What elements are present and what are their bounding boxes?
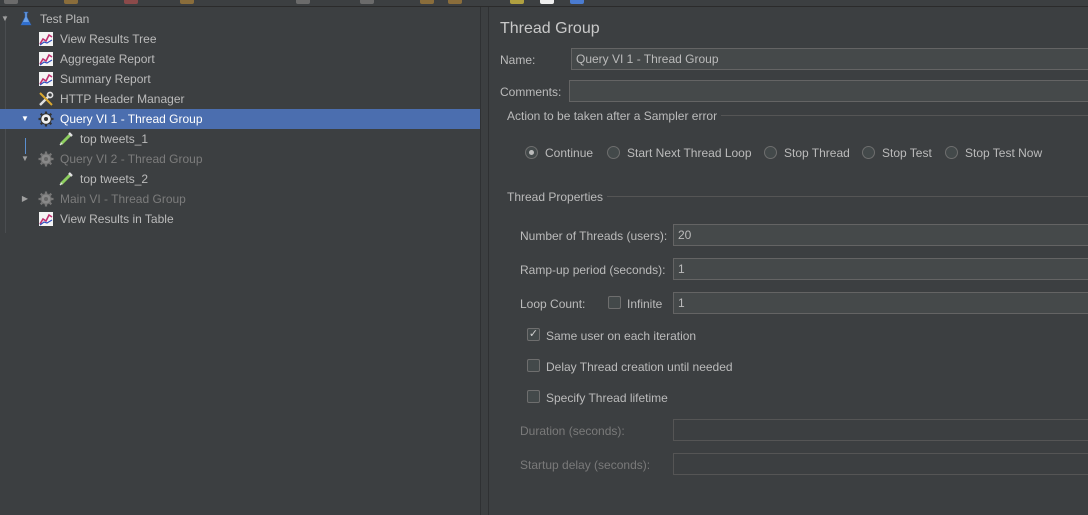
infinite-checkbox[interactable] <box>608 296 621 309</box>
toolbar-button[interactable] <box>540 0 554 4</box>
radio-label-continue: Continue <box>545 146 594 160</box>
tree-item-label: Main VI - Thread Group <box>60 192 186 206</box>
gear-icon <box>38 111 54 127</box>
graph-icon <box>38 211 54 227</box>
comments-field[interactable] <box>569 80 1088 102</box>
toolbar-button[interactable] <box>64 0 78 4</box>
test-plan-tree: ▼ Test Plan View Results Tree Aggregate … <box>0 7 480 515</box>
rampup-label: Ramp-up period (seconds): <box>520 263 666 277</box>
same-user-checkbox[interactable]: ✓ <box>527 328 540 341</box>
comments-label: Comments: <box>500 85 562 99</box>
tree-item-label: top tweets_1 <box>80 132 149 146</box>
radio-stop-test-now[interactable] <box>945 146 958 159</box>
pipette-icon <box>58 131 74 147</box>
toolbar-button[interactable] <box>510 0 524 4</box>
tree-item-label: HTTP Header Manager <box>60 92 185 106</box>
toolbar-button[interactable] <box>448 0 462 4</box>
toolbar-button[interactable] <box>180 0 194 4</box>
thread-group-panel: Thread Group Name: Comments: Action to b… <box>489 7 1088 515</box>
tree-item-label: View Results in Table <box>60 212 174 226</box>
name-field[interactable] <box>571 48 1088 70</box>
same-user-label: Same user on each iteration <box>546 329 697 343</box>
name-label: Name: <box>500 53 536 67</box>
tree-item-top-tweets-2[interactable]: top tweets_2 <box>0 169 480 189</box>
flask-icon <box>18 11 34 27</box>
infinite-label: Infinite <box>627 297 663 311</box>
thread-lifetime-checkbox[interactable] <box>527 390 540 403</box>
toolbar-button[interactable] <box>4 0 18 4</box>
graph-icon <box>38 51 54 67</box>
expand-arrow-icon[interactable]: ▼ <box>0 9 10 29</box>
tree-item-label: top tweets_2 <box>80 172 149 186</box>
radio-label-stop-thread: Stop Thread <box>784 146 850 160</box>
radio-continue[interactable] <box>525 146 538 159</box>
startup-delay-field[interactable] <box>673 453 1088 475</box>
delay-thread-label: Delay Thread creation until needed <box>546 360 733 374</box>
toolbar-button[interactable] <box>570 0 584 4</box>
toolbar-button[interactable] <box>124 0 138 4</box>
wrench-icon <box>38 91 54 107</box>
expand-arrow-icon[interactable]: ▼ <box>20 109 30 129</box>
tree-item-query-vi-2-thread-group[interactable]: ▼ Query VI 2 - Thread Group <box>0 149 480 169</box>
toolbar <box>0 0 1088 7</box>
tree-item-query-vi-1-thread-group[interactable]: ▼ Query VI 1 - Thread Group <box>0 109 480 129</box>
loop-count-label: Loop Count: <box>520 297 586 311</box>
threads-field[interactable] <box>673 224 1088 246</box>
gear-icon <box>38 191 54 207</box>
tree-item-main-vi-thread-group[interactable]: ▶ Main VI - Thread Group <box>0 189 480 209</box>
startup-delay-label: Startup delay (seconds): <box>520 458 651 472</box>
pipette-icon <box>58 171 74 187</box>
threads-label: Number of Threads (users): <box>520 229 668 243</box>
duration-label: Duration (seconds): <box>520 424 625 438</box>
tree-item-aggregate-report[interactable]: Aggregate Report <box>0 49 480 69</box>
sampler-error-group-title: Action to be taken after a Sampler error <box>503 109 722 123</box>
toolbar-button[interactable] <box>360 0 374 4</box>
panel-title: Thread Group <box>500 20 600 37</box>
graph-icon <box>38 71 54 87</box>
tree-item-http-header-manager[interactable]: HTTP Header Manager <box>0 89 480 109</box>
tree-item-test-plan[interactable]: ▼ Test Plan <box>0 9 480 29</box>
radio-label-start-next-thread-loop: Start Next Thread Loop <box>627 146 752 160</box>
rampup-field[interactable] <box>673 258 1088 280</box>
tree-item-view-results-in-table[interactable]: View Results in Table <box>0 209 480 229</box>
expand-arrow-icon[interactable]: ▼ <box>20 149 30 169</box>
tree-item-top-tweets-1[interactable]: top tweets_1 <box>0 129 480 149</box>
radio-stop-test[interactable] <box>862 146 875 159</box>
collapse-arrow-icon[interactable]: ▶ <box>20 189 30 209</box>
tree-item-view-results-tree[interactable]: View Results Tree <box>0 29 480 49</box>
duration-field[interactable] <box>673 419 1088 441</box>
radio-label-stop-test: Stop Test <box>882 146 932 160</box>
radio-label-stop-test-now: Stop Test Now <box>965 146 1043 160</box>
tree-item-label: Query VI 2 - Thread Group <box>60 152 203 166</box>
tree-item-label: View Results Tree <box>60 32 157 46</box>
thread-properties-group-title: Thread Properties <box>503 190 608 204</box>
toolbar-button[interactable] <box>420 0 434 4</box>
tree-item-summary-report[interactable]: Summary Report <box>0 69 480 89</box>
delay-thread-checkbox[interactable] <box>527 359 540 372</box>
toolbar-button[interactable] <box>296 0 310 4</box>
radio-start-next-thread-loop[interactable] <box>607 146 620 159</box>
tree-item-label: Summary Report <box>60 72 151 86</box>
radio-stop-thread[interactable] <box>764 146 777 159</box>
tree-item-label: Test Plan <box>40 12 90 26</box>
tree-item-label: Query VI 1 - Thread Group <box>60 112 203 126</box>
loop-count-field[interactable] <box>673 292 1088 314</box>
graph-icon <box>38 31 54 47</box>
pane-splitter[interactable] <box>480 7 489 515</box>
gear-icon <box>38 151 54 167</box>
thread-lifetime-label: Specify Thread lifetime <box>546 391 668 405</box>
tree-item-label: Aggregate Report <box>60 52 155 66</box>
